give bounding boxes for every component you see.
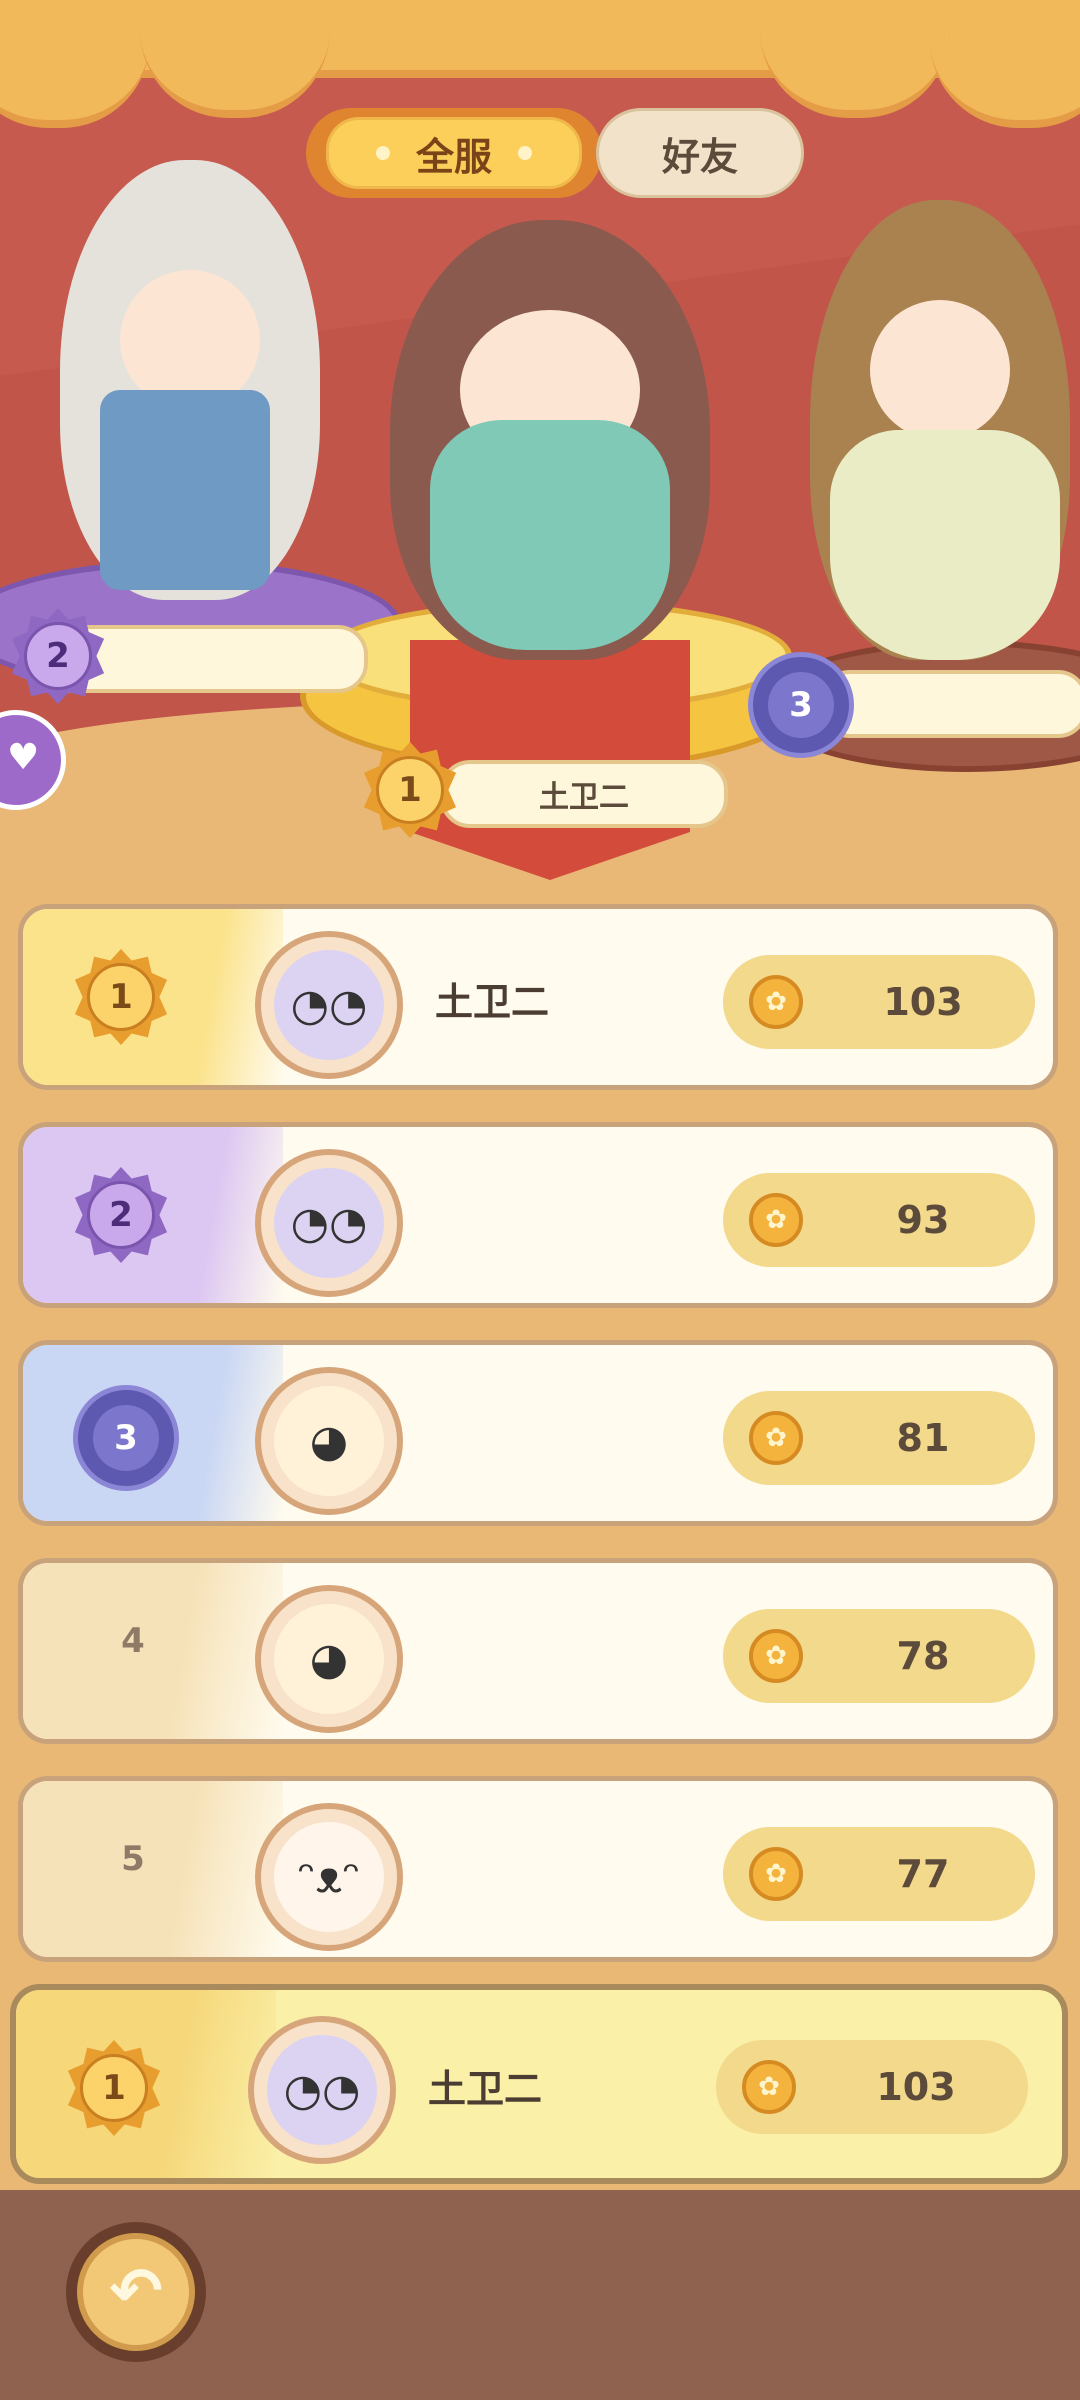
score-pill: ✿ 103 xyxy=(723,955,1035,1049)
shell-coin-icon: ✿ xyxy=(749,1847,803,1901)
dot-icon xyxy=(518,146,532,160)
rank-number: 2 xyxy=(24,622,92,690)
score-value: 103 xyxy=(883,980,963,1024)
score-pill: ✿ 81 xyxy=(723,1391,1035,1485)
back-arrow-icon: ↶ xyxy=(77,2233,195,2351)
second-place-character[interactable] xyxy=(60,160,320,600)
third-place-character[interactable] xyxy=(810,200,1070,660)
score-value: 78 xyxy=(896,1634,950,1678)
tab-friends[interactable]: 好友 xyxy=(596,108,804,198)
character-outfit xyxy=(830,430,1060,660)
curtain-wave xyxy=(0,40,150,128)
character-outfit xyxy=(100,390,270,590)
shell-coin-icon: ✿ xyxy=(742,2060,796,2114)
ghost-glasses-icon: ◔◔ xyxy=(267,2035,377,2145)
rank-badge: 3 xyxy=(73,1385,179,1491)
podium-stage: 土卫二 1 2 3 ♥ 全服 好友 xyxy=(0,0,1080,880)
character-head xyxy=(120,270,260,410)
rank-number: 3 xyxy=(768,672,834,738)
podium-rank-3-badge: 3 xyxy=(748,652,854,758)
player-name: 土卫二 xyxy=(428,2067,543,2111)
shell-coin-icon: ✿ xyxy=(749,1411,803,1465)
player-name: 土卫二 xyxy=(435,980,550,1024)
podium-first-name: 土卫二 xyxy=(440,760,728,828)
score-value: 103 xyxy=(876,2065,956,2109)
rank-number: 2 xyxy=(87,1181,155,1249)
back-button[interactable]: ↶ xyxy=(66,2222,206,2362)
tab-all-servers-label: 全服 xyxy=(415,134,492,179)
bunny-icon: ᵔᴥᵔ xyxy=(274,1822,384,1932)
first-place-character[interactable] xyxy=(390,220,710,660)
ghost-glasses-icon: ◔◔ xyxy=(274,950,384,1060)
score-value: 81 xyxy=(896,1416,950,1460)
ghost-glasses-icon: ◔◔ xyxy=(274,1168,384,1278)
score-pill: ✿ 93 xyxy=(723,1173,1035,1267)
rank-number: 1 xyxy=(87,963,155,1031)
curtain-wave xyxy=(140,30,330,118)
leaderboard-screen: 土卫二 1 2 3 ♥ 全服 好友 1 ◔◔ 土卫二 ✿ 103 2 ◔◔ ✿ … xyxy=(0,0,1080,2400)
rank-number: 1 xyxy=(376,756,444,824)
tab-all-servers-inner: 全服 xyxy=(326,117,582,189)
rank-number: 3 xyxy=(93,1405,159,1471)
avatar[interactable]: ◕ xyxy=(255,1367,403,1515)
leaderboard-row[interactable]: 5 ᵔᴥᵔ ✿ 77 xyxy=(18,1776,1058,1962)
leaderboard-row[interactable]: 2 ◔◔ ✿ 93 xyxy=(18,1122,1058,1308)
score-pill: ✿ 78 xyxy=(723,1609,1035,1703)
avatar[interactable]: ◔◔ xyxy=(248,2016,396,2164)
goose-icon: ◕ xyxy=(274,1604,384,1714)
curtain-wave xyxy=(760,30,950,118)
character-outfit xyxy=(430,420,670,650)
rank-number: 4 xyxy=(121,1621,145,1661)
scope-tabs: 全服 好友 xyxy=(306,108,806,198)
curtain-wave xyxy=(930,40,1080,128)
avatar[interactable]: ◔◔ xyxy=(255,931,403,1079)
character-head xyxy=(870,300,1010,440)
avatar[interactable]: ᵔᴥᵔ xyxy=(255,1803,403,1951)
podium-third-name-bar xyxy=(820,670,1080,738)
leaderboard-row[interactable]: 3 ◕ ✿ 81 xyxy=(18,1340,1058,1526)
dot-icon xyxy=(375,146,390,160)
leaderboard-row[interactable]: 1 ◔◔ 土卫二 ✿ 103 xyxy=(18,904,1058,1090)
tab-all-servers[interactable]: 全服 xyxy=(306,108,602,198)
score-pill: ✿ 77 xyxy=(723,1827,1035,1921)
score-value: 77 xyxy=(896,1852,950,1896)
shell-coin-icon: ✿ xyxy=(749,1193,803,1247)
goose-icon: ◕ xyxy=(274,1386,384,1496)
shell-coin-icon: ✿ xyxy=(749,975,803,1029)
my-rank-row[interactable]: 1 ◔◔ 土卫二 ✿ 103 xyxy=(10,1984,1068,2184)
score-value: 93 xyxy=(896,1198,950,1242)
score-pill: ✿ 103 xyxy=(716,2040,1028,2134)
shell-coin-icon: ✿ xyxy=(749,1629,803,1683)
rank-number: 1 xyxy=(80,2054,148,2122)
leaderboard-row[interactable]: 4 ◕ ✿ 78 xyxy=(18,1558,1058,1744)
avatar[interactable]: ◕ xyxy=(255,1585,403,1733)
rank-number: 5 xyxy=(121,1839,145,1879)
avatar[interactable]: ◔◔ xyxy=(255,1149,403,1297)
